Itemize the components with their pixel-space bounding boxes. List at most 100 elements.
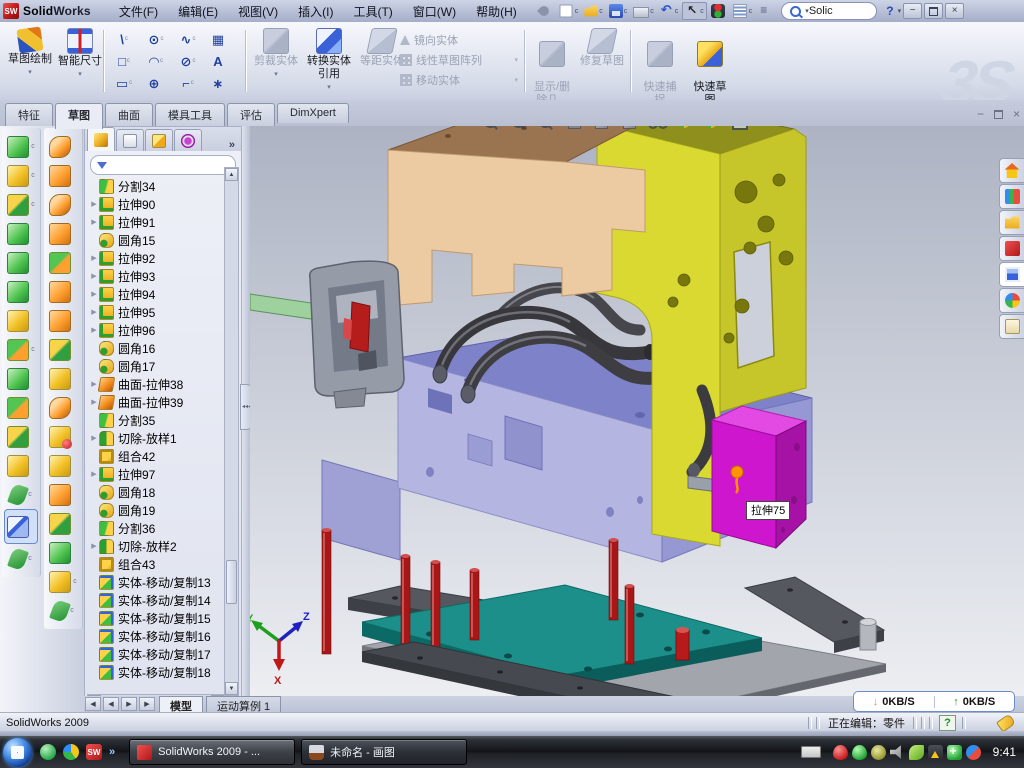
view-tool-button[interactable]: ▾ bbox=[675, 126, 699, 132]
feature-tool-button[interactable]: c bbox=[52, 596, 74, 625]
minimize-button[interactable]: − bbox=[903, 3, 922, 19]
feature-tool-button[interactable]: ▾ bbox=[7, 248, 35, 277]
sketch-entity-button[interactable]: ∿ c bbox=[172, 28, 204, 50]
chevron-down-icon[interactable]: ▾ bbox=[514, 56, 518, 64]
taskbar-task-button[interactable]: SolidWorks 2009 - ... bbox=[129, 739, 295, 765]
view-tool-button[interactable]: ▾ bbox=[537, 126, 561, 132]
linear-pattern-button[interactable]: 线性草图阵列 ▾ bbox=[400, 50, 518, 70]
quick-launch-app-icon[interactable] bbox=[63, 744, 79, 760]
graphics-viewport[interactable]: Y Z X ▾ ▾ ▾ bbox=[250, 126, 1024, 696]
feature-tool-button[interactable]: ▾ bbox=[49, 422, 77, 451]
feature-tool-button[interactable]: ▾ bbox=[7, 451, 35, 480]
sketch-button[interactable]: 草图绘制 ▾ bbox=[6, 26, 54, 79]
smart-dimension-button[interactable]: 智能尺寸 ▾ bbox=[56, 26, 104, 81]
tab-nav-button[interactable]: ▶ bbox=[121, 697, 137, 711]
toolbar-button[interactable]: c bbox=[730, 2, 755, 20]
expand-arrow-icon[interactable]: ▶ bbox=[89, 542, 99, 550]
sketch-entity-button[interactable]: ⊙ c bbox=[140, 28, 172, 50]
task-pane-tab[interactable] bbox=[999, 314, 1024, 339]
view-tool-button[interactable]: ▾ bbox=[482, 126, 506, 132]
tree-item[interactable]: ▶ 拉伸94 bbox=[89, 285, 225, 303]
document-tab[interactable]: 运动算例 1 bbox=[206, 696, 281, 712]
task-pane-tab[interactable] bbox=[999, 184, 1024, 209]
sketch-entity-button[interactable]: ∗ ▾ bbox=[204, 72, 236, 94]
panel-tab[interactable] bbox=[174, 129, 202, 151]
chevron-down-icon[interactable]: c bbox=[129, 80, 132, 86]
chevron-down-icon[interactable]: ▾ bbox=[252, 68, 300, 81]
feature-tool-button[interactable]: c bbox=[10, 544, 32, 573]
expand-arrow-icon[interactable]: ▶ bbox=[89, 326, 99, 334]
tab-nav-button[interactable]: ◀ bbox=[85, 697, 101, 711]
tree-item[interactable]: ▶ 拉伸97 bbox=[89, 465, 225, 483]
toolbar-button[interactable]: c bbox=[607, 3, 630, 19]
chevron-down-icon[interactable]: c bbox=[599, 8, 603, 15]
expand-arrow-icon[interactable]: ▶ bbox=[89, 434, 99, 442]
feature-tool-button[interactable]: c bbox=[7, 190, 35, 219]
tree-item[interactable]: ▶ 拉伸95 bbox=[89, 303, 225, 321]
toolbar-button[interactable]: c bbox=[658, 3, 681, 19]
chevron-down-icon[interactable]: c bbox=[667, 126, 671, 127]
tree-item[interactable]: ▶ 拉伸90 bbox=[89, 195, 225, 213]
tree-item[interactable]: ▶ 实体-移动/复制13 bbox=[89, 573, 225, 591]
feature-tool-button[interactable]: ▾ bbox=[7, 364, 35, 393]
tree-item[interactable]: ▶ 拉伸91 bbox=[89, 213, 225, 231]
sketch-entity-button[interactable]: ⊕ ▾ bbox=[140, 72, 172, 94]
task-pane-tab[interactable] bbox=[999, 236, 1024, 261]
tree-item[interactable]: ▶ 分割36 bbox=[89, 519, 225, 537]
feature-tool-button[interactable]: ▾ bbox=[49, 335, 77, 364]
scroll-down-button[interactable]: ▼ bbox=[225, 682, 238, 695]
chevron-down-icon[interactable]: c bbox=[125, 36, 128, 42]
menu-item[interactable]: 帮助(H) bbox=[466, 1, 527, 22]
tree-item[interactable]: ▶ 实体-移动/复制16 bbox=[89, 627, 225, 645]
input-method-icon[interactable] bbox=[801, 746, 821, 758]
tray-icon[interactable] bbox=[909, 745, 924, 760]
tab-nav-button[interactable]: ◀ bbox=[103, 697, 119, 711]
chevron-down-icon[interactable]: c bbox=[191, 80, 194, 86]
tray-icon[interactable] bbox=[890, 745, 905, 760]
feature-tool-button[interactable]: ▾ bbox=[49, 248, 77, 277]
task-pane-tab[interactable] bbox=[999, 262, 1024, 287]
view-tool-button[interactable]: c bbox=[647, 126, 671, 132]
chevron-down-icon[interactable]: c bbox=[31, 143, 35, 150]
chevron-down-icon[interactable]: c bbox=[612, 126, 616, 127]
help-chevron-icon[interactable]: ▾ bbox=[898, 7, 902, 15]
tree-item[interactable]: ▶ 圆角15 bbox=[89, 231, 225, 249]
menu-item[interactable]: 编辑(E) bbox=[168, 1, 228, 22]
restore-button[interactable] bbox=[924, 3, 943, 19]
start-button[interactable] bbox=[3, 738, 32, 767]
ribbon-tab[interactable]: 模具工具 bbox=[155, 103, 225, 127]
chevron-down-icon[interactable]: ▾ bbox=[514, 76, 518, 84]
move-entities-button[interactable]: 移动实体 ▾ bbox=[400, 70, 518, 90]
task-pane-tab[interactable] bbox=[999, 210, 1024, 235]
sketch-entity-button[interactable]: ⊘ c bbox=[172, 50, 204, 72]
doc-restore-button[interactable] bbox=[994, 110, 1003, 119]
menu-item[interactable]: 窗口(W) bbox=[403, 1, 466, 22]
tray-icon[interactable] bbox=[928, 745, 943, 760]
panel-more-button[interactable]: » bbox=[229, 139, 235, 151]
feature-tool-button[interactable]: ▾ bbox=[49, 219, 77, 248]
chevron-down-icon[interactable]: c bbox=[700, 8, 704, 15]
tray-icon[interactable] bbox=[947, 745, 962, 760]
toolbar-button[interactable]: c bbox=[582, 3, 605, 19]
network-speed-widget[interactable]: ↓0KB/S ↑0KB/S bbox=[853, 691, 1015, 712]
chevron-down-icon[interactable]: c bbox=[640, 126, 644, 127]
panel-tab[interactable] bbox=[87, 127, 115, 151]
chevron-down-icon[interactable]: c bbox=[31, 201, 35, 208]
feature-tool-button[interactable]: ▾ bbox=[7, 219, 35, 248]
sketch-entity-button[interactable]: □ c bbox=[108, 50, 140, 72]
tree-item[interactable]: ▶ 实体-移动/复制14 bbox=[89, 591, 225, 609]
quick-tips-button[interactable]: ? bbox=[939, 715, 956, 731]
tab-nav-button[interactable]: ▶ bbox=[139, 697, 155, 711]
feature-tool-button[interactable]: ▾ bbox=[49, 190, 77, 219]
tree-item[interactable]: ▶ 分割34 bbox=[89, 177, 225, 195]
feature-tool-button[interactable]: ▾ bbox=[49, 364, 77, 393]
chevron-down-icon[interactable]: ▾ bbox=[302, 81, 356, 94]
menu-item[interactable]: 插入(I) bbox=[288, 1, 343, 22]
quick-launch-chevron[interactable]: » bbox=[109, 746, 115, 758]
toolbar-button[interactable] bbox=[756, 3, 775, 19]
tags-icon[interactable] bbox=[996, 713, 1016, 732]
sketch-entity-button[interactable]: ▦ ▾ bbox=[204, 28, 236, 50]
tree-item[interactable]: ▶ 拉伸93 bbox=[89, 267, 225, 285]
toolbar-button[interactable]: c bbox=[556, 2, 581, 20]
ribbon-tab[interactable]: 评估 bbox=[227, 103, 275, 127]
